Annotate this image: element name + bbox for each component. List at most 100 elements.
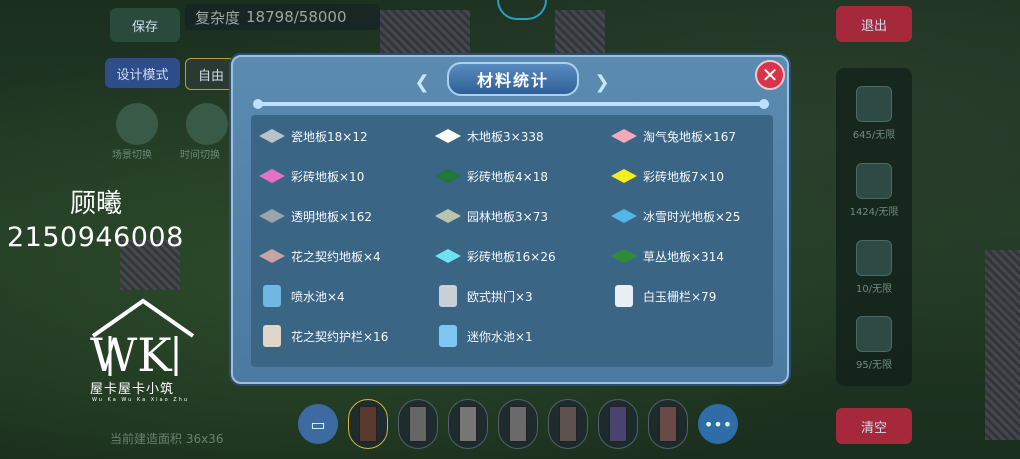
tile-glass-icon: [259, 207, 285, 225]
hotbar-slot[interactable]: [648, 399, 688, 449]
build-area-hint: 当前建造面积 36x36: [110, 432, 224, 446]
scene-switch-label: 场景切换: [112, 150, 152, 161]
hotbar-slot[interactable]: [448, 399, 488, 449]
tile-porcelain-icon: [259, 127, 285, 145]
material-item: 瓷地板18×12: [259, 127, 368, 145]
scene-switch-icon[interactable]: [116, 103, 158, 145]
arch-icon: [435, 285, 461, 307]
material-label: 透明地板×162: [291, 209, 372, 224]
door-icon: [559, 406, 577, 442]
material-stats-dialog: ❮ ❯ 材料统计 ✕ 瓷地板18×12 彩砖地板×10 透明地板×162 花之契约地板…: [231, 55, 789, 384]
dialog-title-wrap: 材料统计: [413, 62, 613, 96]
hotbar-slot[interactable]: [598, 399, 638, 449]
material-label: 彩砖地板4×18: [467, 169, 548, 184]
material-label: 淘气兔地板×167: [643, 129, 736, 144]
hotbar-slot[interactable]: [498, 399, 538, 449]
watermark-number: 2150946008: [7, 222, 184, 253]
material-item: 欧式拱门×3: [435, 285, 533, 307]
save-button[interactable]: 保存: [110, 8, 180, 42]
logo-letters: WK: [90, 328, 173, 381]
scene-block: [555, 10, 605, 55]
resource-item[interactable]: 10/无限: [844, 240, 904, 295]
resource-icon: [856, 163, 892, 199]
tile-rabbit-icon: [611, 127, 637, 145]
time-switch-label: 时间切换: [180, 150, 220, 161]
right-resource-panel: 645/无限 1424/无限 10/无限 95/无限: [836, 68, 912, 386]
material-item: 白玉栅栏×79: [611, 285, 717, 307]
tile-darkgreen-icon: [435, 167, 461, 185]
tile-ice-icon: [611, 207, 637, 225]
tile-yellow-icon: [611, 167, 637, 185]
fence-icon: [611, 285, 637, 307]
material-item: 彩砖地板4×18: [435, 167, 548, 185]
tile-grass-icon: [611, 247, 637, 265]
material-label: 花之契约护栏×16: [291, 329, 389, 344]
watermark-name: 顾曦: [70, 189, 123, 219]
tile-flower-icon: [259, 247, 285, 265]
door-icon: [609, 406, 627, 442]
door-icon: [359, 406, 377, 442]
material-item: 透明地板×162: [259, 207, 372, 225]
material-item: 草丛地板×314: [611, 247, 724, 265]
resource-icon: [856, 316, 892, 352]
resource-icon: [856, 86, 892, 122]
material-label: 迷你水池×1: [467, 329, 533, 344]
resource-count: 95/无限: [855, 360, 893, 371]
scene-block: [380, 10, 470, 55]
material-label: 彩砖地板16×26: [467, 249, 556, 264]
dialog-divider: [253, 99, 769, 109]
clear-button[interactable]: 清空: [836, 408, 912, 444]
resource-item[interactable]: 1424/无限: [844, 163, 904, 218]
material-item: 彩砖地板16×26: [435, 247, 556, 265]
close-button[interactable]: ✕: [755, 60, 785, 90]
complexity-label: 复杂度: [195, 8, 241, 27]
material-item: 彩砖地板7×10: [611, 167, 724, 185]
material-label: 园林地板3×73: [467, 209, 548, 224]
material-label: 彩砖地板×10: [291, 169, 365, 184]
fountain-icon: [259, 285, 285, 307]
resource-item[interactable]: 95/无限: [844, 316, 904, 371]
design-mode-button[interactable]: 设计模式: [105, 58, 180, 88]
material-label: 瓷地板18×12: [291, 129, 368, 144]
material-label: 木地板3×338: [467, 129, 544, 144]
tile-garden-icon: [435, 207, 461, 225]
material-item: 冰雪时光地板×25: [611, 207, 740, 225]
material-label: 白玉栅栏×79: [643, 289, 717, 304]
more-icon[interactable]: •••: [698, 404, 738, 444]
hotbar-slot[interactable]: [398, 399, 438, 449]
material-label: 冰雪时光地板×25: [643, 209, 741, 224]
material-item: 迷你水池×1: [435, 325, 533, 347]
logo-text: 屋卡屋卡小筑: [90, 382, 175, 397]
tile-cyan-icon: [435, 247, 461, 265]
resource-count: 1424/无限: [849, 207, 899, 218]
complexity-value: 18798/58000: [246, 8, 347, 26]
tile-wood-icon: [435, 127, 461, 145]
material-item: 淘气兔地板×167: [611, 127, 736, 145]
resource-icon: [856, 240, 892, 276]
material-item: 喷水池×4: [259, 285, 345, 307]
resource-count: 10/无限: [855, 284, 893, 295]
hotbar-slot[interactable]: [548, 399, 588, 449]
materials-list: 瓷地板18×12 彩砖地板×10 透明地板×162 花之契约地板×4 喷水池×4 花之契约…: [251, 115, 773, 367]
hotbar-slot[interactable]: [348, 399, 388, 449]
logo-subtitle: Wu Ka Wu Ka Xiao Zhu: [92, 397, 190, 403]
pool-icon: [435, 325, 461, 347]
material-item: 花之契约护栏×16: [259, 325, 389, 347]
material-label: 花之契约地板×4: [291, 249, 381, 264]
dialog-title: 材料统计: [446, 62, 579, 96]
exit-button[interactable]: 退出: [836, 6, 912, 42]
material-label: 欧式拱门×3: [467, 289, 533, 304]
scene-block: [985, 250, 1020, 440]
tile-pink-icon: [259, 167, 285, 185]
free-mode-button[interactable]: 自由: [185, 58, 237, 90]
hotbar: ▭ •••: [298, 398, 738, 450]
door-icon: [509, 406, 527, 442]
resource-count: 645/无限: [852, 130, 896, 141]
eraser-icon[interactable]: ▭: [298, 404, 338, 444]
material-item: 花之契约地板×4: [259, 247, 381, 265]
door-icon: [409, 406, 427, 442]
time-switch-icon[interactable]: [186, 103, 228, 145]
material-item: 彩砖地板×10: [259, 167, 364, 185]
door-icon: [659, 406, 677, 442]
resource-item[interactable]: 645/无限: [844, 86, 904, 141]
